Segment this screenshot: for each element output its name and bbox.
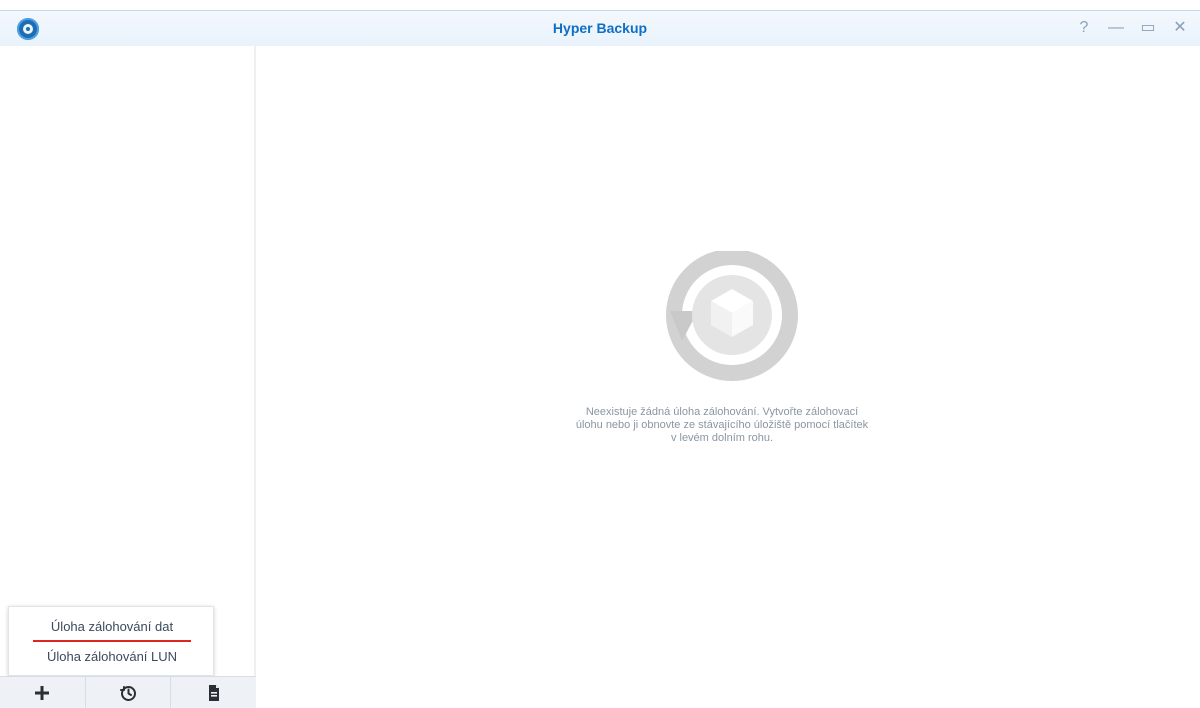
- empty-state-message: Neexistuje žádná úloha zálohování. Vytvo…: [575, 406, 869, 444]
- create-button[interactable]: [0, 677, 86, 708]
- minimize-icon[interactable]: —: [1106, 17, 1126, 39]
- window-title: Hyper Backup: [552, 20, 648, 36]
- create-task-menu: Úloha zálohování dat Úloha zálohování LU…: [8, 606, 214, 676]
- main-content: Neexistuje žádná úloha zálohování. Vytvo…: [256, 46, 1200, 708]
- menu-item-lun-backup-task[interactable]: Úloha zálohování LUN: [9, 643, 215, 671]
- plus-icon: [35, 685, 50, 700]
- bottom-toolbar: [0, 676, 256, 708]
- menu-item-data-backup-task[interactable]: Úloha zálohování dat: [9, 613, 215, 642]
- menu-item-label: Úloha zálohování LUN: [46, 649, 178, 664]
- document-icon: [208, 684, 219, 701]
- hyper-backup-window: Hyper Backup ? — ▭ ✕ Neexistuje žádná úl…: [0, 0, 1200, 708]
- log-button[interactable]: [171, 677, 256, 708]
- close-icon[interactable]: ✕: [1170, 17, 1190, 39]
- backup-empty-state-icon: [666, 251, 798, 381]
- title-bar: Hyper Backup ? — ▭ ✕: [0, 10, 1200, 46]
- maximize-icon[interactable]: ▭: [1138, 17, 1158, 39]
- menu-item-label: Úloha zálohování dat: [50, 619, 174, 634]
- history-icon: [120, 685, 136, 701]
- restore-button[interactable]: [86, 677, 172, 708]
- window-controls: ? — ▭ ✕: [1074, 17, 1190, 39]
- menu-item-red-underline: [33, 640, 191, 642]
- help-icon[interactable]: ?: [1074, 17, 1094, 39]
